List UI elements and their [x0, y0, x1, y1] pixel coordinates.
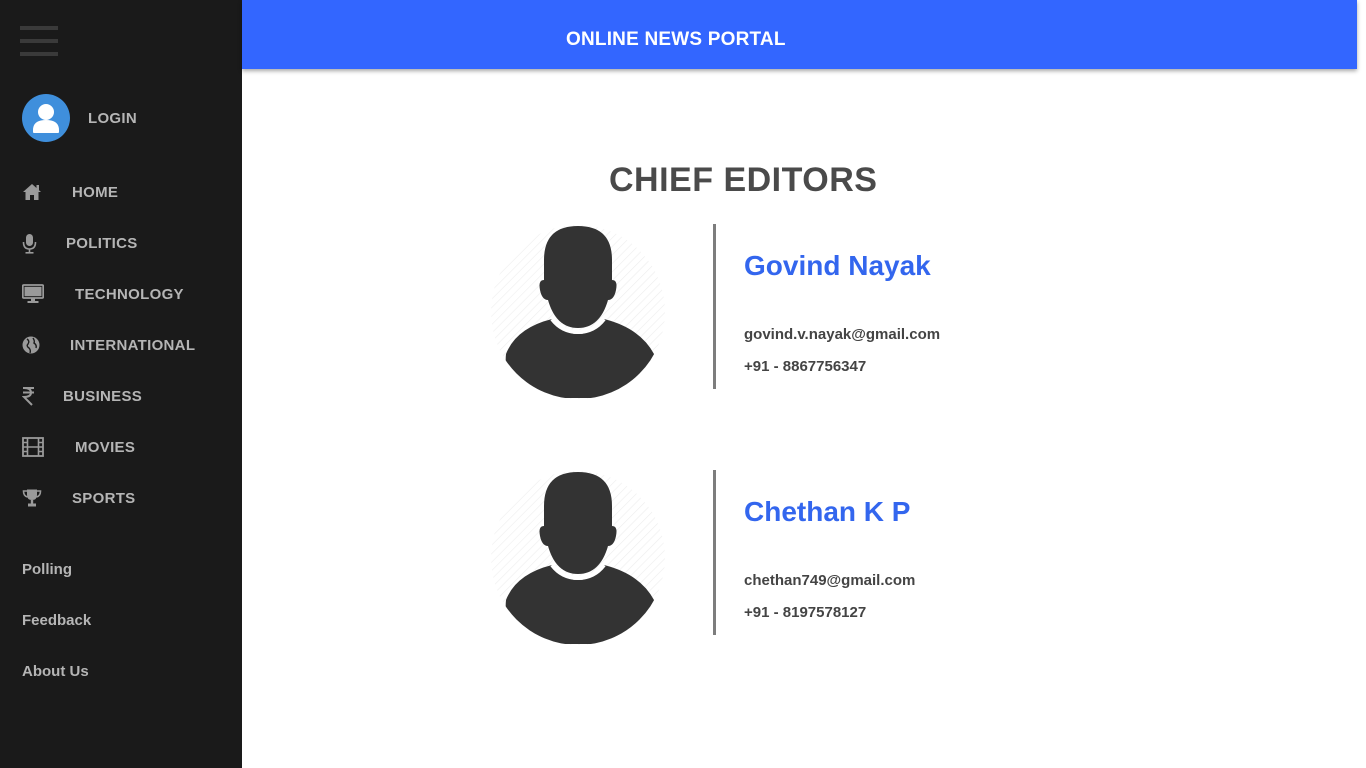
globe-icon: [22, 335, 44, 355]
rupee-icon: [22, 386, 36, 406]
login-button[interactable]: LOGIN: [22, 94, 137, 142]
desktop-icon: [22, 284, 46, 304]
app-title: ONLINE NEWS PORTAL: [566, 29, 786, 50]
sidebar-link-polling[interactable]: Polling: [22, 561, 72, 578]
editor-phone: +91 - 8867756347: [744, 358, 867, 375]
sidebar-item-business[interactable]: BUSINESS: [22, 384, 142, 408]
sidebar-item-politics-label: POLITICS: [66, 234, 138, 252]
editor-avatar-icon: [490, 470, 666, 646]
editor-divider: [713, 470, 716, 635]
sidebar-item-movies[interactable]: MOVIES: [22, 435, 135, 459]
user-avatar-icon: [22, 94, 70, 142]
editor-card: Govind Nayak govind.v.nayak@gmail.com +9…: [490, 224, 1050, 400]
home-icon: [22, 182, 44, 202]
sidebar-item-international[interactable]: INTERNATIONAL: [22, 333, 195, 357]
microphone-icon: [22, 233, 44, 254]
editor-phone: +91 - 8197578127: [744, 604, 867, 621]
trophy-icon: [22, 488, 44, 508]
sidebar: LOGIN HOME POLITICS TECHNOLOGY INTERNATI…: [0, 0, 242, 768]
editor-name: Govind Nayak: [744, 250, 931, 281]
editor-card: Chethan K P chethan749@gmail.com +91 - 8…: [490, 470, 1050, 646]
sidebar-item-business-label: BUSINESS: [63, 387, 143, 405]
editor-avatar-icon: [490, 224, 666, 400]
editor-email[interactable]: chethan749@gmail.com: [744, 572, 915, 589]
film-icon: [22, 437, 46, 457]
hamburger-icon[interactable]: [20, 26, 58, 56]
sidebar-link-about-us[interactable]: About Us: [22, 663, 89, 680]
sidebar-item-sports-label: SPORTS: [72, 489, 136, 507]
sidebar-item-politics[interactable]: POLITICS: [22, 231, 138, 255]
sidebar-item-technology[interactable]: TECHNOLOGY: [22, 282, 184, 306]
sidebar-item-international-label: INTERNATIONAL: [70, 336, 196, 354]
login-label: LOGIN: [88, 109, 137, 127]
sidebar-item-technology-label: TECHNOLOGY: [75, 285, 184, 303]
sidebar-item-home-label: HOME: [72, 183, 119, 201]
sidebar-item-sports[interactable]: SPORTS: [22, 486, 135, 510]
sidebar-item-home[interactable]: HOME: [22, 180, 118, 204]
editor-email[interactable]: govind.v.nayak@gmail.com: [744, 326, 940, 343]
page-title: CHIEF EDITORS: [609, 161, 878, 199]
editor-divider: [713, 224, 716, 389]
editor-name: Chethan K P: [744, 496, 911, 527]
header-bar: ONLINE NEWS PORTAL: [242, 0, 1357, 69]
sidebar-item-movies-label: MOVIES: [75, 438, 136, 456]
sidebar-link-feedback[interactable]: Feedback: [22, 612, 91, 629]
